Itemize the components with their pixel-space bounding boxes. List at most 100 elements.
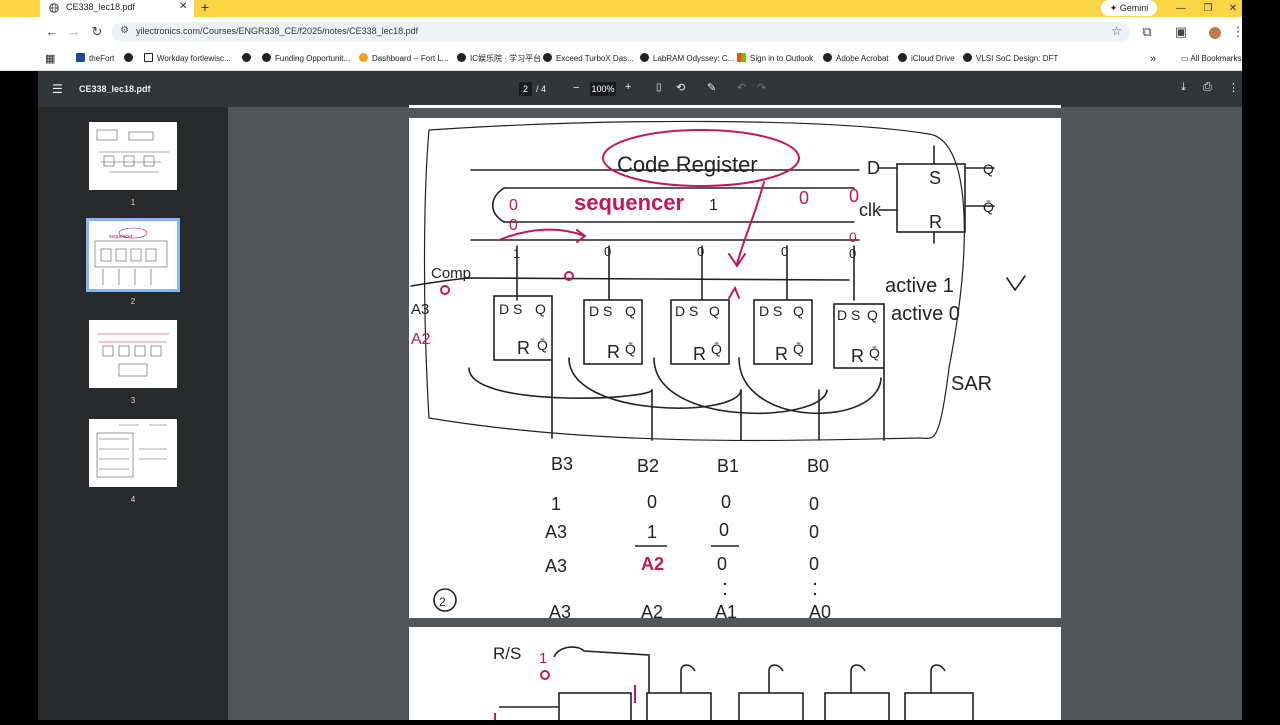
thumbnail-page-1[interactable]	[89, 122, 177, 190]
ff-s-label: S	[851, 307, 860, 323]
sidebar-menu-icon[interactable]: ☰	[52, 82, 63, 96]
bit-header: B1	[717, 456, 739, 476]
forward-icon[interactable]: →	[64, 17, 84, 47]
sequencer-label: sequencer	[574, 190, 684, 215]
new-tab-button[interactable]: +	[196, 0, 214, 17]
bookmark-item[interactable]: IC娱乐院 · 学习平台	[457, 52, 541, 66]
bookmark-item[interactable]: LabRAM Odyssey: C...	[640, 52, 734, 66]
back-icon[interactable]: ←	[42, 17, 62, 47]
ff-r-label: R	[775, 344, 788, 364]
bookmark-favicon-icon	[359, 53, 368, 62]
more-actions-icon[interactable]: ⋮	[1228, 81, 1239, 94]
right-black-edge	[1242, 0, 1280, 720]
apps-grid-icon[interactable]: ▦	[45, 52, 55, 66]
thumbnail-number: 1	[130, 198, 136, 207]
bookmark-item[interactable]: iCloud Drive	[898, 52, 955, 66]
ff-qbar-label: Q̄	[711, 341, 722, 357]
srff-qbar-label: Q̄	[983, 199, 994, 215]
ff-q-label: Q	[793, 303, 804, 319]
active-1-label: active 1	[885, 275, 954, 297]
rs-label: R/S	[493, 644, 521, 663]
table-cell: 0	[647, 492, 657, 512]
table-cell: 1	[647, 522, 657, 542]
bookmark-item[interactable]	[124, 52, 137, 66]
bookmark-favicon-icon	[640, 53, 649, 62]
active-0-label: active 0	[891, 303, 960, 325]
comp-label: Comp	[431, 265, 471, 282]
bookmark-item[interactable]: Workday fortlewisc...	[144, 52, 231, 66]
ff-r-label: R	[851, 346, 864, 366]
ff-r-label: R	[607, 342, 620, 362]
bookmark-item[interactable]: Adobe Acrobat	[823, 52, 888, 66]
browser-tab[interactable]: CE338_lec18.pdf ✕	[40, 0, 194, 17]
table-cell: 0	[717, 554, 727, 574]
bookmark-item[interactable]: Exceed TurboX Das...	[543, 52, 634, 66]
all-bookmarks[interactable]: ▭ All Bookmarks	[1181, 52, 1241, 66]
reload-icon[interactable]: ↻	[87, 17, 107, 47]
bookmark-item[interactable]: Funding Opportunit...	[262, 52, 350, 66]
thumbnail-page-4[interactable]	[89, 419, 177, 487]
thumbnail-page-2[interactable]: sequencer	[86, 218, 180, 292]
thumbnail-number: 3	[130, 396, 136, 405]
table-cell: 0	[719, 520, 729, 540]
table-cell: A2	[641, 602, 663, 618]
bookmark-item[interactable]: Sign in to Outlook	[737, 52, 813, 66]
seq-bit: 0	[849, 246, 856, 261]
download-icon[interactable]: ⤓	[1181, 81, 1186, 94]
ff-q-label: Q	[625, 303, 636, 319]
ff-s-label: S	[773, 303, 782, 319]
table-cell: A3	[545, 556, 567, 576]
bookmarks-bar: ▦ theFort Workday fortlewisc... Funding …	[0, 47, 1242, 71]
close-window-icon[interactable]: ✕	[1222, 0, 1244, 17]
bookmark-favicon-icon	[262, 53, 271, 62]
bit-header: B0	[807, 456, 829, 476]
bookmark-item[interactable]: theFort	[76, 52, 114, 66]
thumbnail-page-3[interactable]	[89, 320, 177, 388]
bookmark-item[interactable]: VLSI SoC Design: DFT	[963, 52, 1058, 66]
bit-header: B3	[551, 454, 573, 474]
gemini-button[interactable]: ✦ Gemini	[1101, 0, 1157, 16]
bookmark-favicon-icon	[823, 53, 832, 62]
close-tab-icon[interactable]: ✕	[179, 1, 187, 12]
clk-label: clk	[859, 200, 882, 220]
more-bookmarks-icon[interactable]: »	[1150, 52, 1156, 66]
print-icon[interactable]: ⎙	[1203, 81, 1212, 94]
page-number-input[interactable]: 2	[519, 82, 532, 96]
zoom-in-icon[interactable]: +	[625, 81, 631, 93]
avatar[interactable]	[1209, 27, 1221, 39]
table-cell: 0	[809, 554, 819, 574]
pdf-page-next: R/S 1	[409, 627, 1061, 724]
table-cell: 0	[809, 494, 819, 514]
ff-qbar-label: Q̄	[793, 341, 804, 357]
fit-page-icon[interactable]: ▯	[656, 82, 662, 93]
ff-qbar-label: Q̄	[869, 345, 880, 361]
minimize-icon[interactable]: —	[1170, 0, 1192, 17]
rotate-icon[interactable]: ⟲	[676, 81, 685, 94]
table-cell: A3	[549, 602, 571, 618]
table-cell: A3	[545, 522, 567, 542]
zoom-input[interactable]: 100%	[590, 82, 616, 96]
address-bar[interactable]: ⚙ yilectronics.com/Courses/ENGR338_CE/f2…	[112, 22, 1130, 42]
sparkle-icon: ✦	[1109, 3, 1118, 13]
bookmark-favicon-icon	[144, 53, 153, 62]
bookmark-star-icon[interactable]: ☆	[1111, 24, 1122, 38]
bookmark-item[interactable]	[242, 52, 255, 66]
table-cell: 1	[551, 494, 561, 514]
thumbnail-number: 4	[130, 495, 136, 504]
restore-icon[interactable]: ❐	[1197, 0, 1219, 17]
bookmark-item[interactable]: Dashboard -- Fort L...	[359, 52, 448, 66]
srff-d-label: D	[867, 158, 880, 178]
seq-bit: 0	[781, 244, 788, 259]
annotate-icon[interactable]: ✎	[707, 81, 716, 94]
redo-icon[interactable]: ↷	[757, 81, 766, 94]
globe-icon	[49, 3, 59, 13]
table-cell: 0	[809, 522, 819, 542]
bookmark-favicon-icon	[963, 53, 972, 62]
zoom-out-icon[interactable]: −	[573, 82, 579, 94]
site-info-icon[interactable]: ⚙	[120, 25, 129, 36]
cast-icon[interactable]: ▣	[1171, 17, 1191, 47]
extensions-icon[interactable]: ⧉	[1137, 17, 1157, 47]
thumbnail-sketch	[96, 424, 167, 478]
undo-icon[interactable]: ↶	[737, 81, 746, 94]
ff-d-label: D	[499, 301, 509, 317]
